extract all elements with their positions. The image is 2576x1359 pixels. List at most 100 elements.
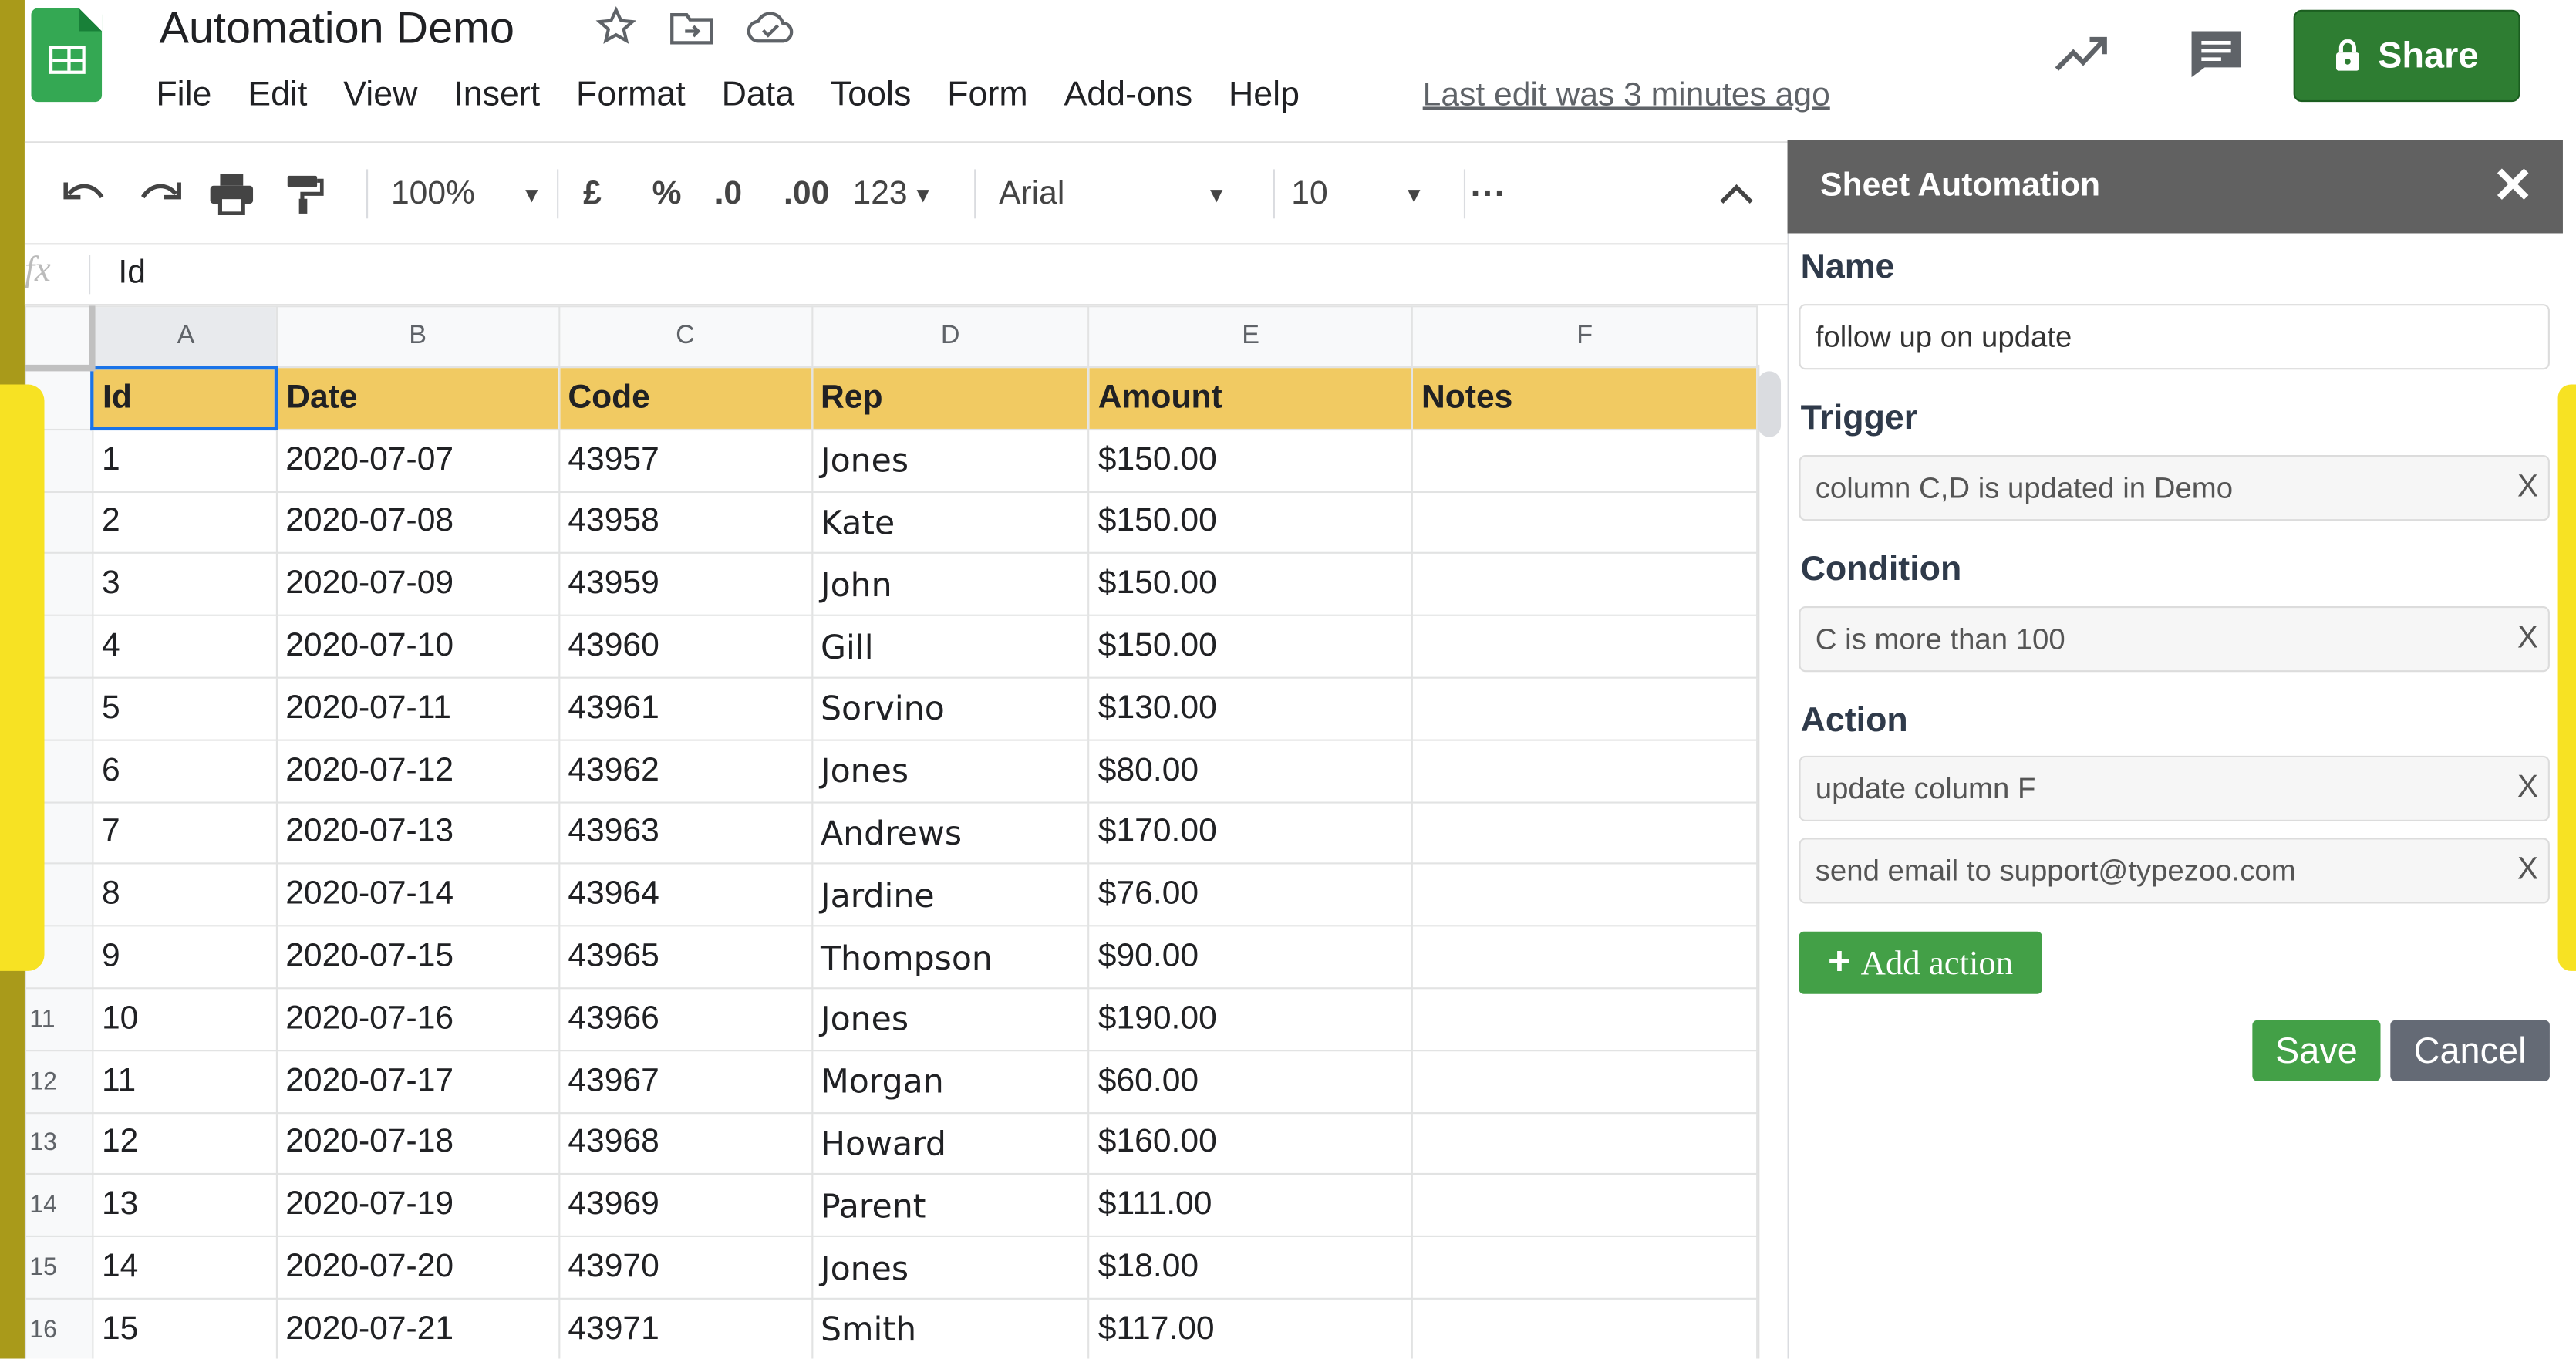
table-cell[interactable] — [1411, 676, 1758, 741]
table-cell[interactable]: 6 — [92, 739, 278, 803]
formula-input[interactable]: Id — [118, 255, 146, 292]
table-cell[interactable]: Gill — [811, 615, 1091, 679]
table-cell[interactable]: $111.00 — [1087, 1173, 1414, 1238]
header-cell[interactable]: Rep — [811, 366, 1091, 430]
table-cell[interactable]: 2020-07-19 — [275, 1173, 560, 1238]
table-cell[interactable]: Andrews — [811, 801, 1091, 865]
table-cell[interactable]: 43961 — [558, 676, 813, 741]
table-cell[interactable]: $150.00 — [1087, 552, 1414, 617]
column-header-d[interactable]: D — [811, 305, 1091, 369]
table-cell[interactable] — [1411, 1049, 1758, 1114]
table-cell[interactable]: Jones — [811, 1236, 1091, 1300]
table-cell[interactable]: $60.00 — [1087, 1049, 1414, 1114]
column-header-a[interactable]: A — [92, 305, 278, 369]
format-percent-button[interactable]: % — [652, 143, 682, 244]
remove-action-button[interactable]: X — [2517, 771, 2538, 807]
number-format-select[interactable]: 123 ▼ — [853, 143, 934, 244]
column-header-e[interactable]: E — [1087, 305, 1414, 369]
table-cell[interactable]: $80.00 — [1087, 739, 1414, 803]
select-all-corner[interactable] — [24, 305, 96, 371]
table-cell[interactable]: $150.00 — [1087, 428, 1414, 493]
table-cell[interactable]: 2 — [92, 491, 278, 555]
table-cell[interactable]: $76.00 — [1087, 863, 1414, 927]
table-cell[interactable] — [1411, 491, 1758, 555]
table-cell[interactable]: 10 — [92, 987, 278, 1051]
table-cell[interactable]: $170.00 — [1087, 801, 1414, 865]
table-cell[interactable]: Howard — [811, 1111, 1091, 1175]
last-edit-link[interactable]: Last edit was 3 minutes ago — [1423, 77, 1830, 115]
document-title[interactable]: Automation Demo — [160, 3, 514, 54]
table-cell[interactable]: 2020-07-11 — [275, 676, 560, 741]
row-header[interactable]: 15 — [24, 1236, 94, 1300]
table-cell[interactable]: 4 — [92, 615, 278, 679]
table-cell[interactable]: Jones — [811, 428, 1091, 493]
font-size-select[interactable]: 10 ▼ — [1291, 143, 1425, 244]
table-cell[interactable]: $150.00 — [1087, 491, 1414, 555]
table-cell[interactable]: $160.00 — [1087, 1111, 1414, 1175]
table-cell[interactable] — [1411, 739, 1758, 803]
selected-cell[interactable]: Id — [91, 365, 278, 431]
table-cell[interactable]: $190.00 — [1087, 987, 1414, 1051]
row-header[interactable]: 13 — [24, 1111, 94, 1175]
table-cell[interactable] — [1411, 428, 1758, 493]
header-cell[interactable]: Notes — [1411, 366, 1758, 430]
table-cell[interactable]: $18.00 — [1087, 1236, 1414, 1300]
table-cell[interactable]: 2020-07-20 — [275, 1236, 560, 1300]
table-cell[interactable] — [1411, 1111, 1758, 1175]
vertical-scrollbar[interactable] — [1758, 364, 1788, 1359]
collapse-toolbar-icon[interactable] — [1717, 143, 1756, 244]
table-cell[interactable]: John — [811, 552, 1091, 617]
add-action-button[interactable]: + Add action — [1799, 931, 2042, 994]
table-cell[interactable]: 1 — [92, 428, 278, 493]
paint-format-icon[interactable] — [285, 143, 324, 244]
table-cell[interactable]: 2020-07-18 — [275, 1111, 560, 1175]
undo-icon[interactable] — [62, 143, 109, 244]
menu-format[interactable]: Format — [576, 76, 686, 115]
column-header-b[interactable]: B — [275, 305, 560, 369]
table-cell[interactable]: 43960 — [558, 615, 813, 679]
row-header[interactable]: 16 — [24, 1297, 94, 1359]
table-cell[interactable]: Jones — [811, 739, 1091, 803]
header-cell[interactable]: Code — [558, 366, 813, 430]
table-cell[interactable]: Morgan — [811, 1049, 1091, 1114]
table-cell[interactable]: 43957 — [558, 428, 813, 493]
name-field[interactable]: follow up on update — [1799, 304, 2550, 370]
menu-view[interactable]: View — [343, 76, 417, 115]
table-cell[interactable]: 43968 — [558, 1111, 813, 1175]
menu-help[interactable]: Help — [1229, 76, 1300, 115]
table-cell[interactable]: Kate — [811, 491, 1091, 555]
menu-edit[interactable]: Edit — [248, 76, 307, 115]
table-cell[interactable]: 43964 — [558, 863, 813, 927]
header-cell[interactable]: Amount — [1087, 366, 1414, 430]
table-cell[interactable]: 2020-07-14 — [275, 863, 560, 927]
table-cell[interactable]: 43959 — [558, 552, 813, 617]
table-cell[interactable]: 43967 — [558, 1049, 813, 1114]
table-cell[interactable]: Thompson — [811, 925, 1091, 990]
sheets-logo[interactable] — [31, 8, 103, 103]
table-cell[interactable]: 5 — [92, 676, 278, 741]
table-cell[interactable]: 11 — [92, 1049, 278, 1114]
table-cell[interactable]: $90.00 — [1087, 925, 1414, 990]
comments-icon[interactable] — [2188, 28, 2244, 89]
scrollbar-thumb[interactable] — [1758, 371, 1782, 437]
increase-decimal-button[interactable]: .00 — [784, 143, 829, 244]
table-cell[interactable]: 43962 — [558, 739, 813, 803]
menu-addons[interactable]: Add-ons — [1064, 76, 1192, 115]
format-currency-button[interactable]: £ — [583, 143, 602, 244]
cloud-saved-icon[interactable] — [746, 10, 795, 58]
table-cell[interactable]: 2020-07-10 — [275, 615, 560, 679]
table-cell[interactable]: 2020-07-21 — [275, 1297, 560, 1359]
table-cell[interactable]: 2020-07-15 — [275, 925, 560, 990]
table-cell[interactable]: 2020-07-12 — [275, 739, 560, 803]
move-to-folder-icon[interactable] — [669, 8, 715, 59]
table-cell[interactable]: $150.00 — [1087, 615, 1414, 679]
table-cell[interactable]: 43971 — [558, 1297, 813, 1359]
zoom-select[interactable]: 100% ▼ — [391, 143, 542, 244]
table-cell[interactable]: 43965 — [558, 925, 813, 990]
table-cell[interactable]: Sorvino — [811, 676, 1091, 741]
row-header[interactable]: 12 — [24, 1049, 94, 1114]
table-cell[interactable]: $117.00 — [1087, 1297, 1414, 1359]
table-cell[interactable]: 43958 — [558, 491, 813, 555]
table-cell[interactable]: 2020-07-16 — [275, 987, 560, 1051]
table-cell[interactable]: 43963 — [558, 801, 813, 865]
